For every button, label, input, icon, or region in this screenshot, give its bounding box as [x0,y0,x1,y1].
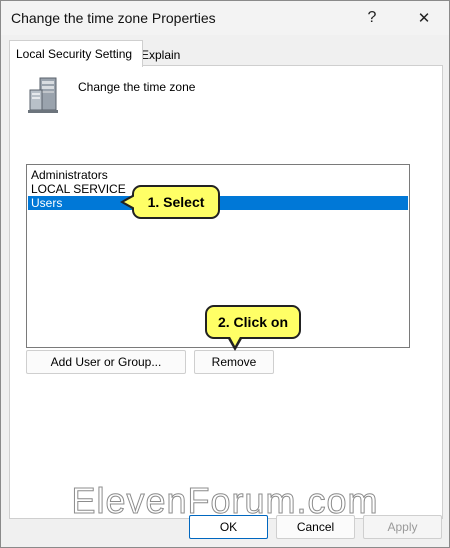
server-icon [28,77,58,113]
watermark: ElevenForum.com [71,480,379,522]
tab-label: Local Security Setting [16,47,133,61]
tab-local-security-setting[interactable]: Local Security Setting [9,40,143,67]
properties-dialog: Change the time zone Properties ? ✕ Loca… [0,0,450,548]
add-user-or-group-button[interactable]: Add User or Group... [26,350,186,374]
title-bar[interactable]: Change the time zone Properties ? ✕ [1,1,449,35]
help-button[interactable]: ? [349,1,395,35]
window-title: Change the time zone Properties [11,10,216,26]
select-callout: 1. Select [120,185,220,219]
callout-text: 1. Select [147,194,205,210]
list-item[interactable]: Administrators [28,168,408,182]
tab-panel: Change the time zone Administrators LOCA… [9,65,443,519]
remove-button[interactable]: Remove [194,350,274,374]
callout-pointer-fill [124,196,135,208]
callout-pointer-fill [229,335,241,346]
callout-text: 2. Click on [217,314,289,330]
click-callout: 2. Click on [205,305,301,351]
policy-name: Change the time zone [78,80,196,94]
close-button[interactable]: ✕ [401,1,447,35]
tab-explain[interactable]: Explain [135,45,193,65]
tab-label: Explain [141,48,181,62]
